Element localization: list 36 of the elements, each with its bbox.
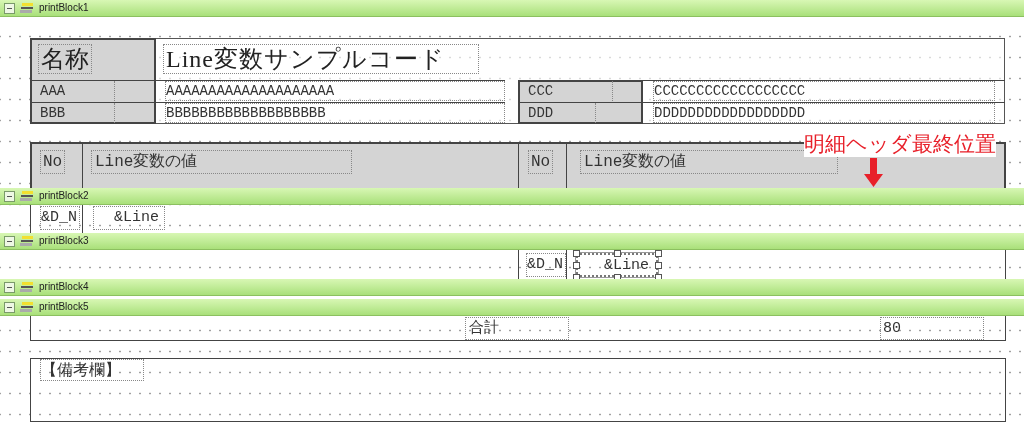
collapse-icon[interactable] <box>4 190 15 202</box>
band-label: printBlock1 <box>39 2 89 14</box>
column-header: No <box>40 150 66 174</box>
total-value: 80 <box>880 317 984 340</box>
field-value: DDDDDDDDDDDDDDDDDD <box>653 103 995 123</box>
total-label: 合計 <box>465 317 569 340</box>
stack-icon <box>20 301 34 313</box>
title-label: 名称 <box>38 44 92 74</box>
field-value: AAAAAAAAAAAAAAAAAAAA <box>165 81 505 101</box>
stack-icon <box>20 190 34 202</box>
row-number-field: &D_N <box>526 253 566 277</box>
collapse-icon[interactable] <box>4 301 15 313</box>
line-value-field: &Line <box>93 206 165 230</box>
down-arrow-icon <box>864 158 883 187</box>
collapse-icon[interactable] <box>4 2 15 14</box>
resize-handle[interactable] <box>614 250 621 257</box>
stack-icon <box>20 2 34 14</box>
field-value: BBBBBBBBBBBBBBBBBBB <box>165 103 505 123</box>
band-label: printBlock4 <box>39 281 89 293</box>
field-label: BBB <box>40 103 115 123</box>
row-number-field: &D_N <box>40 206 80 230</box>
field-label: DDD <box>528 103 596 123</box>
stack-icon <box>20 281 34 293</box>
report-title: Line変数サンプルコード <box>163 44 479 74</box>
collapse-icon[interactable] <box>4 281 15 293</box>
stack-icon <box>20 235 34 247</box>
band-label: printBlock3 <box>39 235 89 247</box>
collapse-icon[interactable] <box>4 235 15 247</box>
remarks-label: 【備考欄】 <box>40 359 144 381</box>
field-value: CCCCCCCCCCCCCCCCCC <box>653 81 995 101</box>
column-header: Line変数の値 <box>91 150 352 174</box>
column-header: No <box>528 150 554 174</box>
band-label: printBlock2 <box>39 190 89 202</box>
band-label: printBlock5 <box>39 301 89 313</box>
field-label: AAA <box>40 81 115 101</box>
field-label: CCC <box>528 81 613 101</box>
